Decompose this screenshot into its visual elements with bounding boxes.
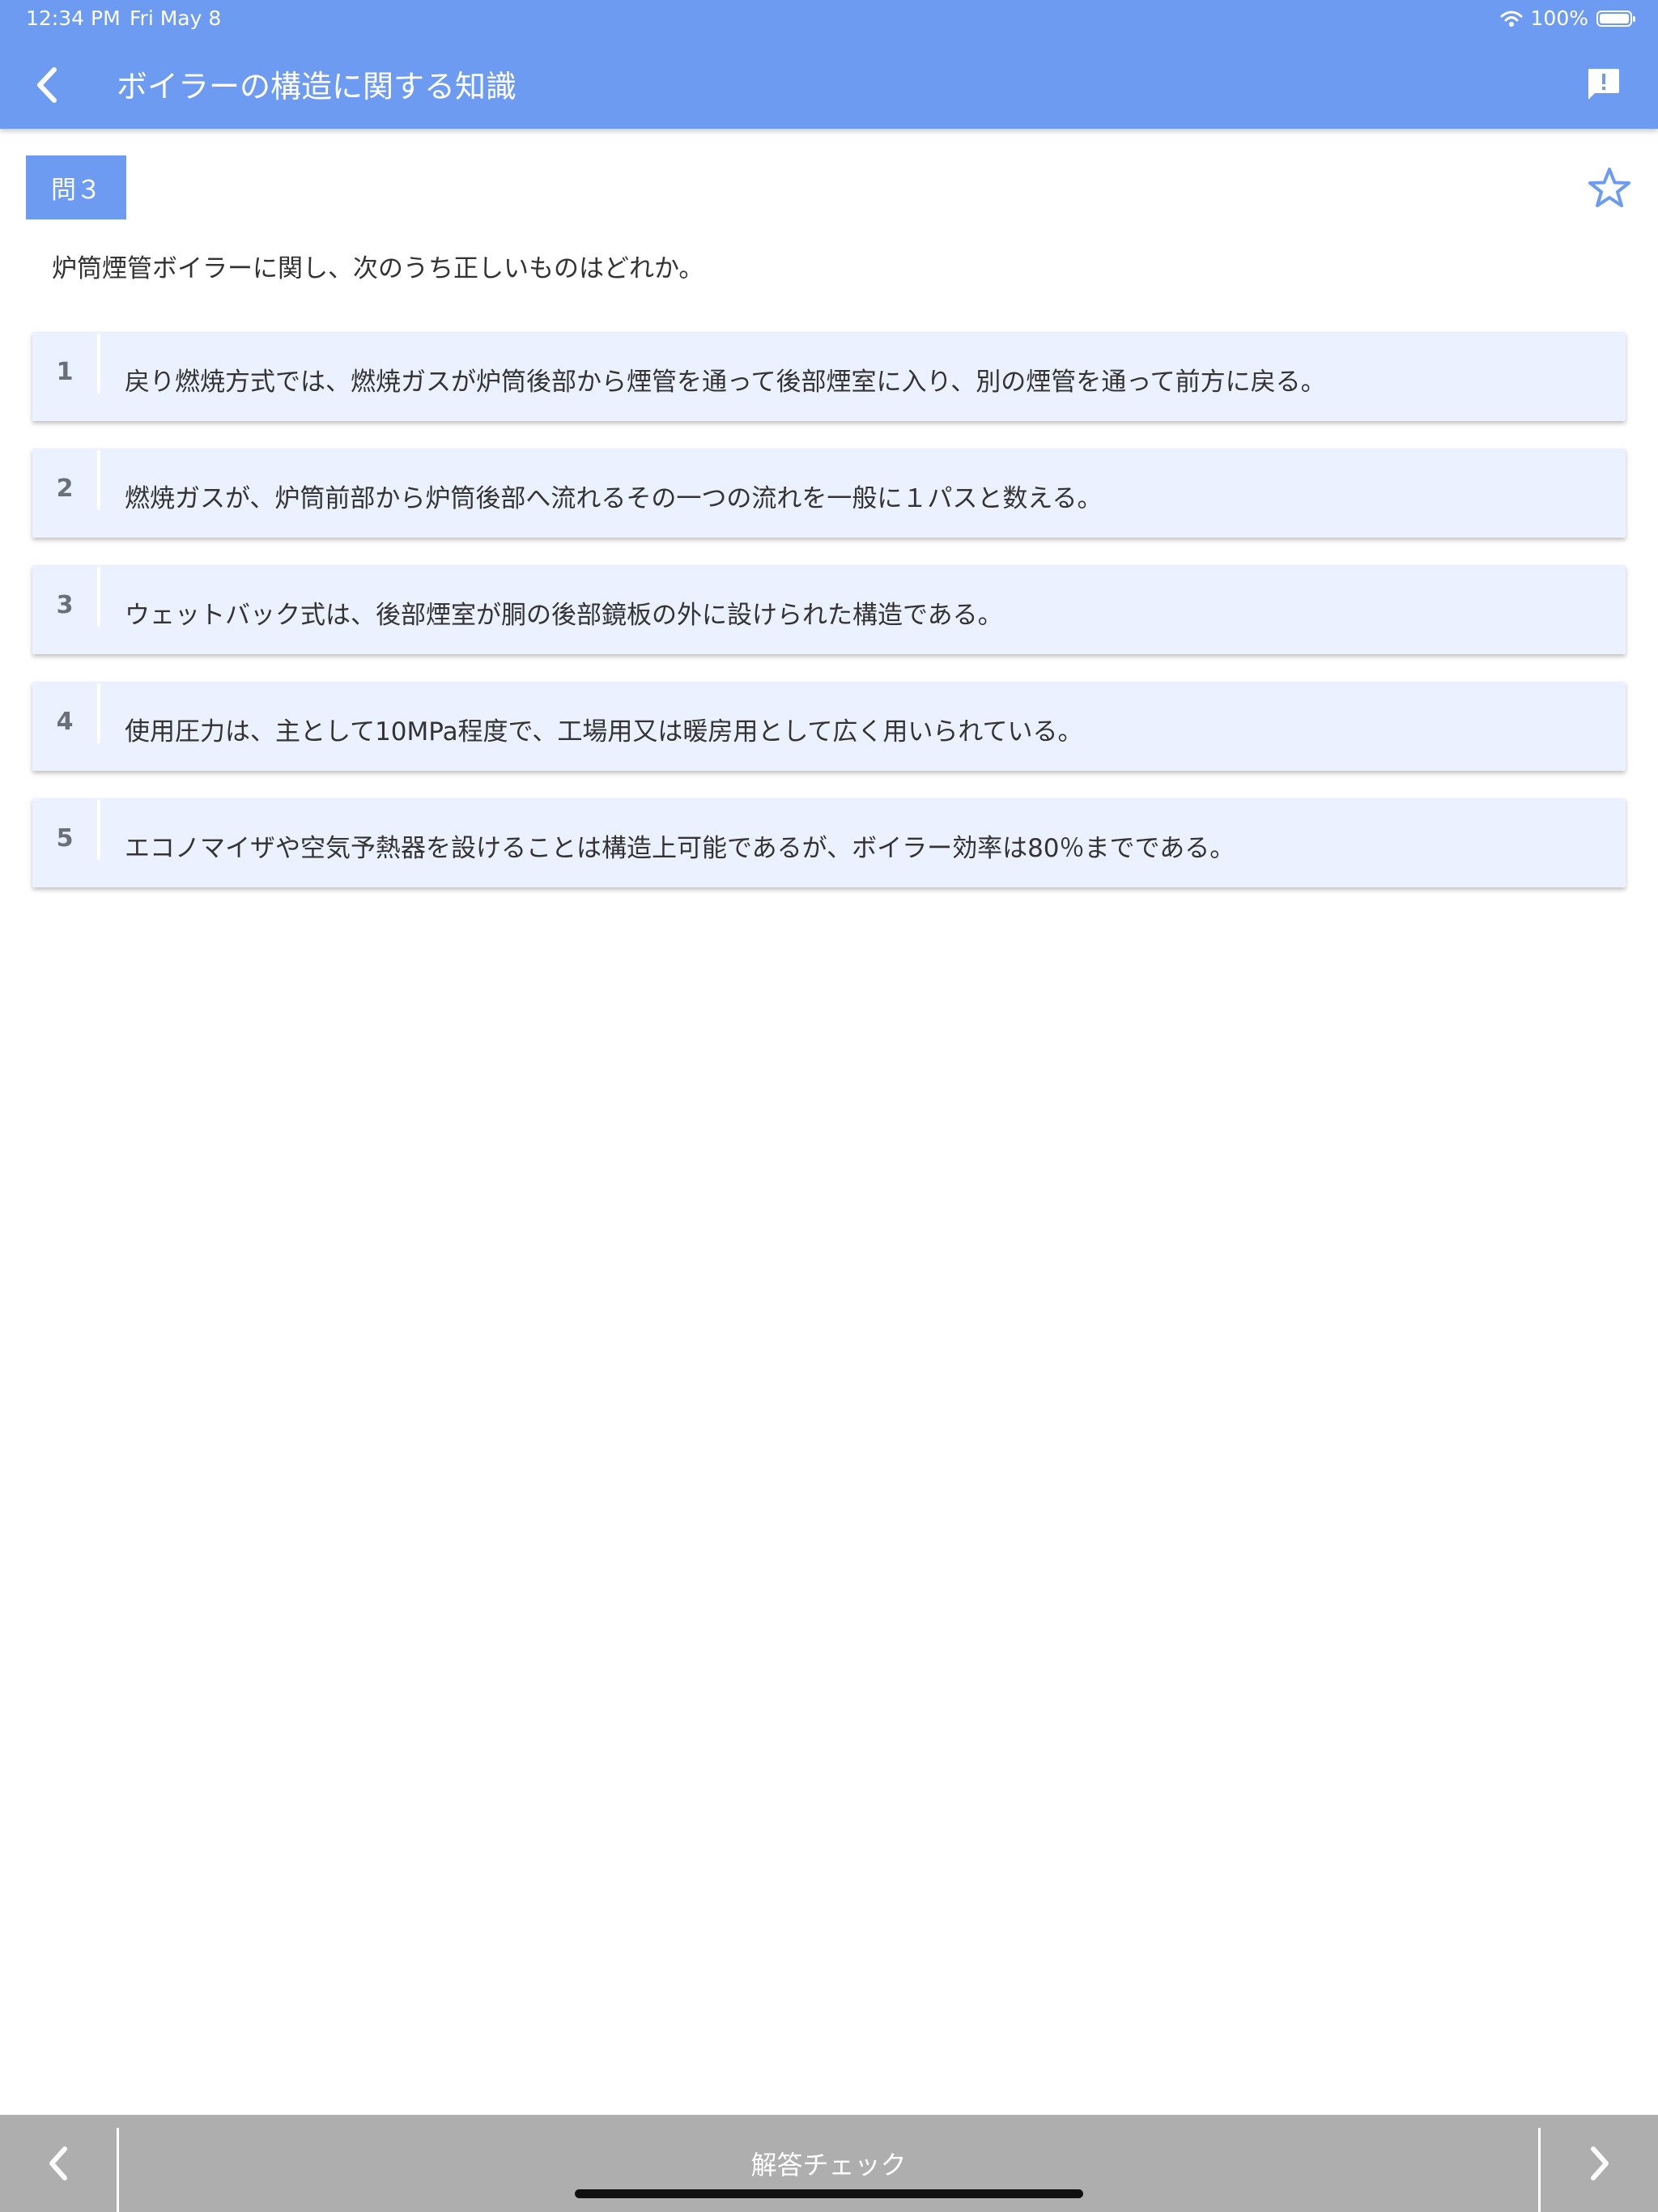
chevron-left-icon [49, 2146, 67, 2180]
choice-item[interactable]: 5 エコノマイザや空気予熱器を設けることは構造上可能であるが、ボイラー効率は80… [32, 798, 1626, 887]
choice-item[interactable]: 3 ウェットバック式は、後部煙室が胴の後部鏡板の外に設けられた構造である。 [32, 565, 1626, 654]
choice-number: 4 [56, 707, 74, 736]
next-question-button[interactable] [1541, 2115, 1658, 2212]
choice-item[interactable]: 1 戻り燃焼方式では、燃焼ガスが炉筒後部から煙管を通って後部煙室に入り、別の煙管… [32, 332, 1626, 421]
question-text: 炉筒煙管ボイラーに関し、次のうち正しいものはどれか。 [52, 254, 704, 283]
choice-item[interactable]: 4 使用圧力は、主として10MPa程度で、工場用又は暖房用として広く用いられてい… [32, 682, 1626, 771]
page-title: ボイラーの構造に関する知識 [117, 69, 517, 104]
wifi-icon [1500, 10, 1523, 28]
choice-text: ウェットバック式は、後部煙室が胴の後部鏡板の外に設けられた構造である。 [125, 600, 1003, 630]
choice-number: 3 [56, 590, 74, 619]
battery-icon [1596, 10, 1635, 27]
choice-number: 1 [56, 357, 74, 386]
status-indicators: 100% [1500, 6, 1635, 30]
home-indicator[interactable] [575, 2189, 1083, 2198]
app-header: 12:34 PM Fri May 8 100% ボイラーの構造に関する知識 [0, 0, 1658, 129]
status-time: 12:34 PM [26, 6, 121, 30]
choice-text: エコノマイザや空気予熱器を設けることは構造上可能であるが、ボイラー効率は80％ま… [125, 833, 1235, 863]
battery-level [1600, 13, 1629, 23]
favorite-button[interactable] [1584, 162, 1635, 214]
chevron-right-icon [1591, 2146, 1609, 2180]
question-number-badge: 問３ [26, 155, 126, 219]
star-outline-icon [1588, 168, 1630, 207]
choice-text: 戻り燃焼方式では、燃焼ガスが炉筒後部から煙管を通って後部煙室に入り、別の煙管を通… [125, 367, 1326, 397]
choice-text: 燃焼ガスが、炉筒前部から炉筒後部へ流れるその一つの流れを一般に１パスと数える。 [125, 483, 1103, 513]
choice-number: 5 [56, 823, 74, 853]
feedback-icon [1588, 69, 1619, 100]
back-button[interactable] [23, 57, 71, 113]
status-bar: 12:34 PM Fri May 8 100% [0, 0, 1658, 37]
divider [1538, 2128, 1541, 2212]
feedback-button[interactable] [1580, 63, 1626, 105]
choice-list: 1 戻り燃焼方式では、燃焼ガスが炉筒後部から煙管を通って後部煙室に入り、別の煙管… [32, 332, 1626, 915]
chevron-left-icon [37, 67, 57, 103]
choice-number: 2 [56, 474, 74, 503]
battery-percent: 100% [1530, 6, 1588, 30]
previous-question-button[interactable] [0, 2115, 117, 2212]
choice-item[interactable]: 2 燃焼ガスが、炉筒前部から炉筒後部へ流れるその一つの流れを一般に１パスと数える… [32, 449, 1626, 538]
status-date: Fri May 8 [130, 6, 222, 30]
choice-text: 使用圧力は、主として10MPa程度で、工場用又は暖房用として広く用いられている。 [125, 717, 1083, 747]
